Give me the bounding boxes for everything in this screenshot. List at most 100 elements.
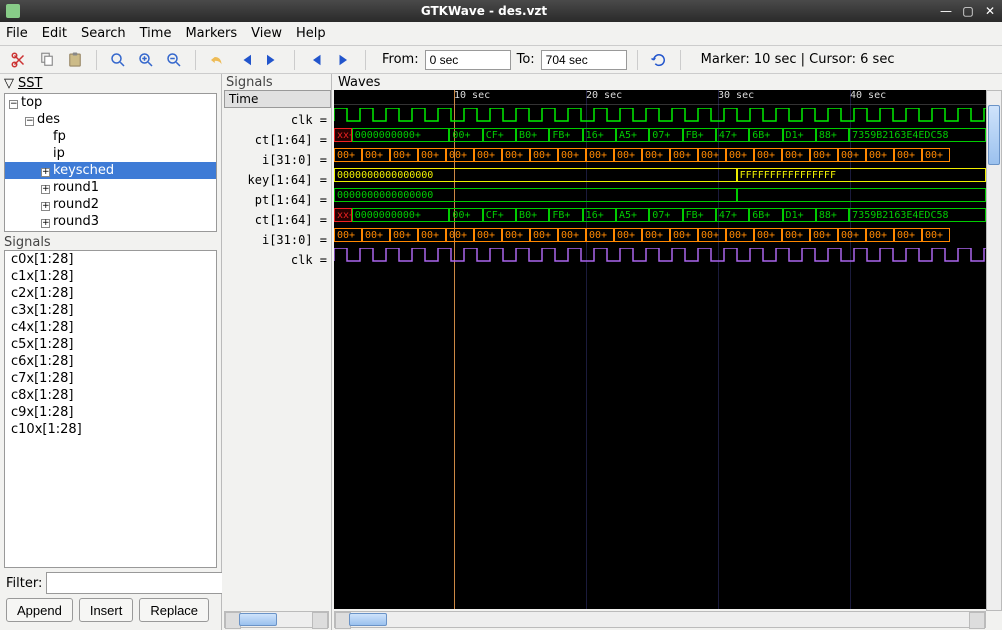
expander-icon[interactable]: − [25, 117, 34, 126]
prev-edge-icon[interactable] [305, 49, 327, 71]
signal-c8x[1:28][interactable]: c8x[1:28] [5, 387, 216, 404]
menu-file[interactable]: File [6, 26, 28, 41]
signals-list[interactable]: c0x[1:28]c1x[1:28]c2x[1:28]c3x[1:28]c4x[… [4, 250, 217, 568]
wave-row: xx+0000000000+00+CF+B0+FB+16+A5+07+FB+47… [334, 125, 986, 145]
tree-node-keysched[interactable]: +keysched [5, 162, 216, 179]
bus-segment: 00+ [390, 148, 418, 162]
bus-segment: 00+ [362, 228, 390, 242]
menu-view[interactable]: View [251, 26, 282, 41]
menu-search[interactable]: Search [81, 26, 126, 41]
insert-button[interactable]: Insert [79, 598, 134, 622]
signal-c0x[1:28][interactable]: c0x[1:28] [5, 251, 216, 268]
waves-vscroll[interactable] [986, 90, 1002, 611]
wave-signal-name[interactable]: ct[1:64] = [222, 130, 331, 150]
expander-icon[interactable]: + [41, 202, 50, 211]
bus-segment: 00+ [754, 148, 782, 162]
bus-segment: 00+ [334, 228, 362, 242]
to-label: To: [517, 52, 535, 67]
signal-c9x[1:28][interactable]: c9x[1:28] [5, 404, 216, 421]
bus-segment: 00+ [838, 228, 866, 242]
next-edge-icon[interactable] [333, 49, 355, 71]
undo-icon[interactable] [206, 49, 228, 71]
signal-c7x[1:28][interactable]: c7x[1:28] [5, 370, 216, 387]
wave-row: 0000000000000000 [334, 185, 986, 205]
bus-segment: 0000000000000000 [334, 188, 737, 202]
wave-signal-name[interactable]: clk = [222, 250, 331, 270]
zoom-in-icon[interactable] [135, 49, 157, 71]
tree-node-des[interactable]: −des [5, 111, 216, 128]
wave-viewport[interactable]: 10 sec20 sec30 sec40 secxx+0000000000+00… [334, 90, 986, 609]
paste-icon[interactable] [64, 49, 86, 71]
signal-c3x[1:28][interactable]: c3x[1:28] [5, 302, 216, 319]
bus-segment: 00+ [586, 148, 614, 162]
app-icon [6, 4, 20, 18]
reload-icon[interactable] [648, 49, 670, 71]
time-tick: 30 sec [718, 90, 754, 101]
minimize-icon[interactable]: — [940, 4, 952, 18]
wave-row: 0000000000000000FFFFFFFFFFFFFFFF [334, 165, 986, 185]
wave-signal-name[interactable]: pt[1:64] = [222, 190, 331, 210]
cut-icon[interactable] [8, 49, 30, 71]
goto-start-icon[interactable] [234, 49, 256, 71]
bus-segment: 00+ [922, 148, 950, 162]
bus-segment: 7359B2163E4EDC58 [849, 208, 986, 222]
goto-end-icon[interactable] [262, 49, 284, 71]
replace-button[interactable]: Replace [139, 598, 209, 622]
signal-c4x[1:28][interactable]: c4x[1:28] [5, 319, 216, 336]
append-button[interactable]: Append [6, 598, 73, 622]
tree-node-round1[interactable]: +round1 [5, 179, 216, 196]
filter-label: Filter: [6, 576, 42, 591]
menu-markers[interactable]: Markers [185, 26, 237, 41]
tree-node-round3[interactable]: +round3 [5, 213, 216, 230]
close-icon[interactable]: ✕ [984, 4, 996, 18]
wave-signal-name[interactable]: key[1:64] = [222, 170, 331, 190]
wave-row [334, 105, 986, 125]
bus-segment: 7359B2163E4EDC58 [849, 128, 986, 142]
signals-hscroll[interactable] [224, 611, 329, 628]
wave-signal-name[interactable]: i[31:0] = [222, 230, 331, 250]
bus-segment: 00+ [670, 148, 698, 162]
zoom-out-icon[interactable] [163, 49, 185, 71]
bus-segment [737, 188, 986, 202]
signal-c5x[1:28][interactable]: c5x[1:28] [5, 336, 216, 353]
expander-icon[interactable]: + [41, 219, 50, 228]
signal-c1x[1:28][interactable]: c1x[1:28] [5, 268, 216, 285]
maximize-icon[interactable]: ▢ [962, 4, 974, 18]
from-input[interactable] [425, 50, 511, 70]
bus-segment: 00+ [502, 148, 530, 162]
wave-signal-name[interactable]: clk = [222, 110, 331, 130]
zoom-fit-icon[interactable] [107, 49, 129, 71]
signal-c6x[1:28][interactable]: c6x[1:28] [5, 353, 216, 370]
expander-icon[interactable]: − [9, 100, 18, 109]
expander-icon[interactable]: + [41, 185, 50, 194]
waves-hscroll[interactable] [334, 611, 986, 628]
bus-segment: 07+ [649, 128, 682, 142]
collapse-icon[interactable]: ▽ [4, 76, 14, 91]
bus-segment: 07+ [649, 208, 682, 222]
tree-node-top[interactable]: −top [5, 94, 216, 111]
filter-input[interactable] [46, 572, 233, 594]
menu-edit[interactable]: Edit [42, 26, 67, 41]
bus-segment: 00+ [558, 228, 586, 242]
time-tick: 10 sec [454, 90, 490, 101]
expander-icon[interactable]: + [41, 168, 50, 177]
tree-node-round2[interactable]: +round2 [5, 196, 216, 213]
menubar: File Edit Search Time Markers View Help [0, 22, 1002, 46]
menu-time[interactable]: Time [140, 26, 172, 41]
sst-tree[interactable]: −top−desfpip+keysched+round1+round2+roun… [4, 93, 217, 232]
menu-help[interactable]: Help [296, 26, 326, 41]
wave-signal-name[interactable]: ct[1:64] = [222, 210, 331, 230]
bus-segment: 00+ [474, 228, 502, 242]
signal-c10x[1:28][interactable]: c10x[1:28] [5, 421, 216, 438]
wave-signal-name[interactable]: i[31:0] = [222, 150, 331, 170]
tree-node-ip[interactable]: ip [5, 145, 216, 162]
wave-row [334, 245, 986, 265]
signal-c2x[1:28][interactable]: c2x[1:28] [5, 285, 216, 302]
tree-node-fp[interactable]: fp [5, 128, 216, 145]
bus-segment: 00+ [418, 228, 446, 242]
bus-segment: 00+ [418, 148, 446, 162]
window-title: GTKWave - des.vzt [28, 4, 940, 18]
copy-icon[interactable] [36, 49, 58, 71]
bus-segment: B0+ [516, 208, 549, 222]
to-input[interactable] [541, 50, 627, 70]
